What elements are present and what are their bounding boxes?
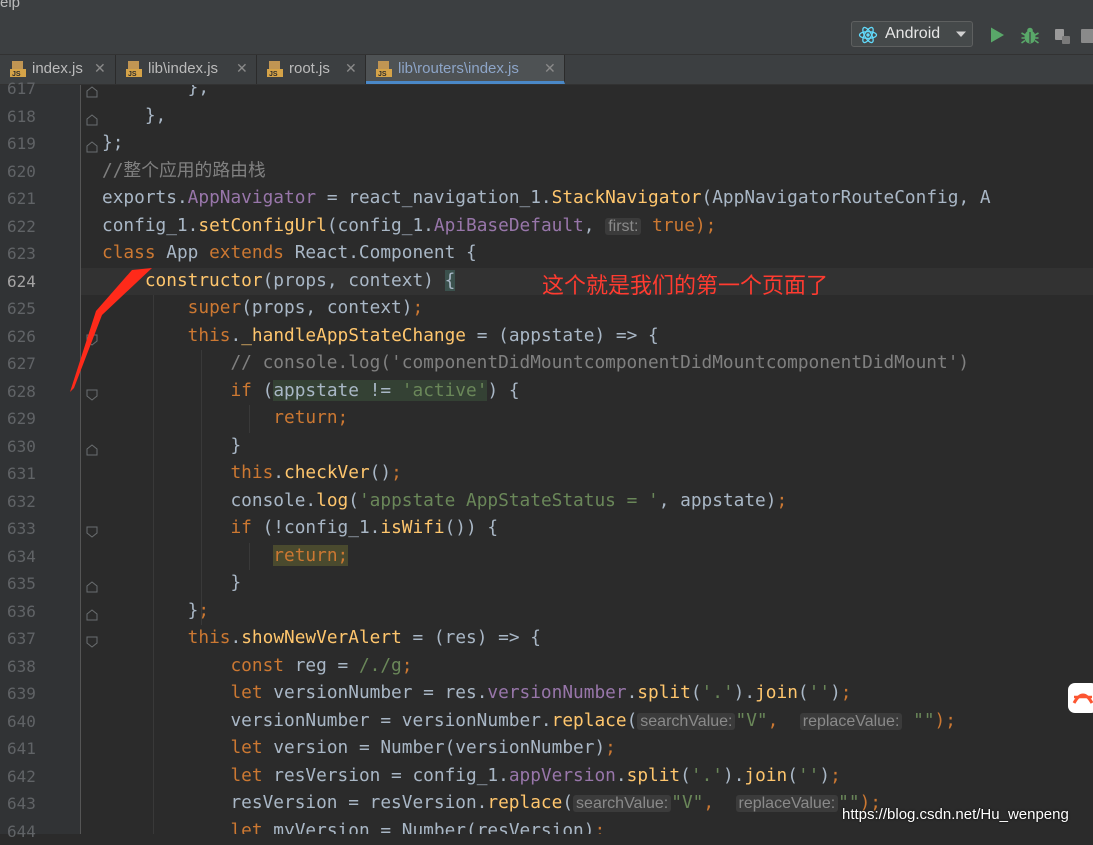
csdn-logo-icon[interactable] xyxy=(1068,683,1093,713)
annotation-text: 这个就是我们的第一个页面了 xyxy=(542,274,829,299)
annotation-arrow xyxy=(70,268,152,392)
watermark: https://blog.csdn.net/Hu_wenpeng xyxy=(842,806,1069,823)
